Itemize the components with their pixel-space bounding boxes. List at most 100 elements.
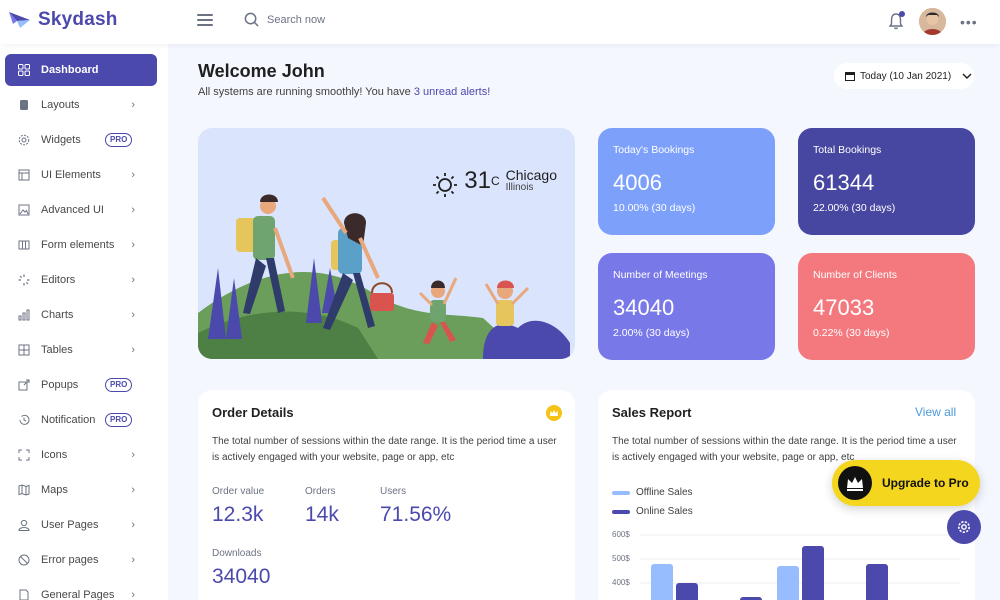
stat-value: 47033	[813, 295, 875, 320]
temperature-value: 31	[464, 167, 491, 194]
sidebar-item-general-pages[interactable]: General Pages ›	[5, 579, 157, 600]
sidebar-item-layouts[interactable]: Layouts ›	[5, 89, 157, 121]
bar-online	[866, 564, 888, 600]
stat-change: 22.00% (30 days)	[813, 202, 896, 214]
brand-logo[interactable]: Skydash	[8, 9, 118, 31]
crown-badge-icon[interactable]	[546, 405, 562, 421]
avatar[interactable]	[919, 8, 946, 35]
state-name: Illinois	[505, 182, 534, 193]
sidebar-item-user-pages[interactable]: User Pages ›	[5, 509, 157, 541]
settings-fab-button[interactable]	[947, 510, 981, 544]
layers-icon	[17, 168, 31, 182]
hero-weather-card: 31C Chicago Illinois	[198, 128, 575, 359]
sidebar-item-label: Charts	[41, 309, 74, 321]
sidebar-item-label: Popups	[41, 379, 79, 391]
chevron-down-icon	[962, 73, 972, 79]
sidebar-item-dashboard[interactable]: Dashboard	[5, 54, 157, 86]
sidebar-item-advanced-ui[interactable]: Advanced UI ›	[5, 194, 157, 226]
sun-icon	[433, 173, 458, 197]
search-icon[interactable]	[244, 12, 259, 27]
sidebar-item-label: Dashboard	[41, 64, 99, 76]
chevron-right-icon: ›	[131, 449, 135, 461]
stat-label: Number of Clients	[813, 269, 898, 281]
sidebar-item-tables[interactable]: Tables ›	[5, 334, 157, 366]
sidebar-item-form-elements[interactable]: Form elements ›	[5, 229, 157, 261]
upgrade-label: Upgrade to Pro	[882, 476, 969, 490]
legend-online-sales: Online Sales	[612, 506, 693, 517]
bar-chart-icon	[17, 308, 31, 322]
legend-label: Offline Sales	[636, 487, 693, 498]
stat-card-number-of-clients[interactable]: Number of Clients 47033 0.22% (30 days)	[798, 253, 975, 360]
external-link-icon	[17, 378, 31, 392]
image-icon	[17, 203, 31, 217]
more-options-icon[interactable]: •••	[960, 14, 978, 30]
chevron-right-icon: ›	[131, 484, 135, 496]
search-input[interactable]	[267, 13, 427, 26]
gear-icon	[958, 521, 970, 533]
stat-card-number-of-meetings[interactable]: Number of Meetings 34040 2.00% (30 days)	[598, 253, 775, 360]
sidebar-item-editors[interactable]: Editors ›	[5, 264, 157, 296]
date-range-label: Today (10 Jan 2021)	[860, 70, 952, 82]
chevron-right-icon: ›	[131, 204, 135, 216]
chevron-right-icon: ›	[131, 309, 135, 321]
sidebar-item-label: Advanced UI	[41, 204, 104, 216]
y-tick-label: 400$	[612, 578, 630, 587]
sidebar-item-label: Error pages	[41, 554, 99, 566]
y-tick-label: 500$	[612, 554, 630, 563]
move-icon	[17, 448, 31, 462]
hamburger-menu-icon[interactable]	[197, 14, 213, 28]
ban-icon	[17, 553, 31, 567]
metric-value: 71.56%	[380, 503, 452, 526]
stat-label: Number of Meetings	[613, 269, 708, 281]
bar-online	[802, 546, 824, 600]
logo-icon	[9, 12, 30, 28]
upgrade-to-pro-button[interactable]: Upgrade to Pro	[832, 460, 980, 506]
view-all-link[interactable]: View all	[915, 405, 956, 419]
sidebar-item-notification[interactable]: Notification PRO	[5, 404, 157, 436]
user-icon	[17, 518, 31, 532]
loader-icon	[17, 273, 31, 287]
top-navbar: Skydash •••	[0, 0, 1000, 44]
sales-bar-chart	[640, 534, 960, 600]
sidebar-item-error-pages[interactable]: Error pages ›	[5, 544, 157, 576]
sidebar-item-label: Form elements	[41, 239, 115, 251]
chevron-right-icon: ›	[131, 274, 135, 286]
metric-label: Order value	[212, 486, 265, 497]
sidebar-item-icons[interactable]: Icons ›	[5, 439, 157, 471]
stat-card-todays-bookings[interactable]: Today's Bookings 4006 10.00% (30 days)	[598, 128, 775, 235]
sidebar-item-widgets[interactable]: Widgets PRO	[5, 124, 157, 156]
stat-value: 61344	[813, 170, 875, 195]
legend-label: Online Sales	[636, 506, 693, 517]
chevron-right-icon: ›	[131, 344, 135, 356]
stat-value: 34040	[613, 295, 675, 320]
sidebar-item-ui-elements[interactable]: UI Elements ›	[5, 159, 157, 191]
sidebar-item-label: UI Elements	[41, 169, 101, 181]
history-icon	[17, 413, 31, 427]
stat-change: 0.22% (30 days)	[813, 327, 890, 339]
metric-label: Users	[380, 486, 407, 497]
stat-value: 4006	[613, 170, 662, 195]
table-icon	[17, 343, 31, 357]
notification-bell-icon[interactable]	[888, 11, 905, 35]
metric-label: Orders	[305, 486, 336, 497]
location: Chicago Illinois	[506, 168, 557, 193]
sidebar-item-maps[interactable]: Maps ›	[5, 474, 157, 506]
metric-value: 14k	[305, 503, 339, 526]
sidebar-item-label: Maps	[41, 484, 68, 496]
legend-offline-sales: Offline Sales	[612, 487, 693, 498]
stat-card-total-bookings[interactable]: Total Bookings 61344 22.00% (30 days)	[798, 128, 975, 235]
chevron-right-icon: ›	[131, 589, 135, 600]
date-range-button[interactable]: Today (10 Jan 2021)	[834, 63, 974, 89]
unread-alerts-link[interactable]: 3 unread alerts!	[414, 86, 490, 98]
sidebar-item-label: Widgets	[41, 134, 81, 146]
temperature: 31C	[464, 168, 499, 194]
y-tick-label: 600$	[612, 530, 630, 539]
sidebar-item-popups[interactable]: Popups PRO	[5, 369, 157, 401]
pro-badge: PRO	[105, 133, 133, 147]
chevron-right-icon: ›	[131, 99, 135, 111]
pro-badge: PRO	[105, 413, 133, 427]
sidebar-item-label: General Pages	[41, 589, 115, 600]
sidebar-item-charts[interactable]: Charts ›	[5, 299, 157, 331]
columns-icon	[17, 238, 31, 252]
sidebar-item-label: Editors	[41, 274, 76, 286]
